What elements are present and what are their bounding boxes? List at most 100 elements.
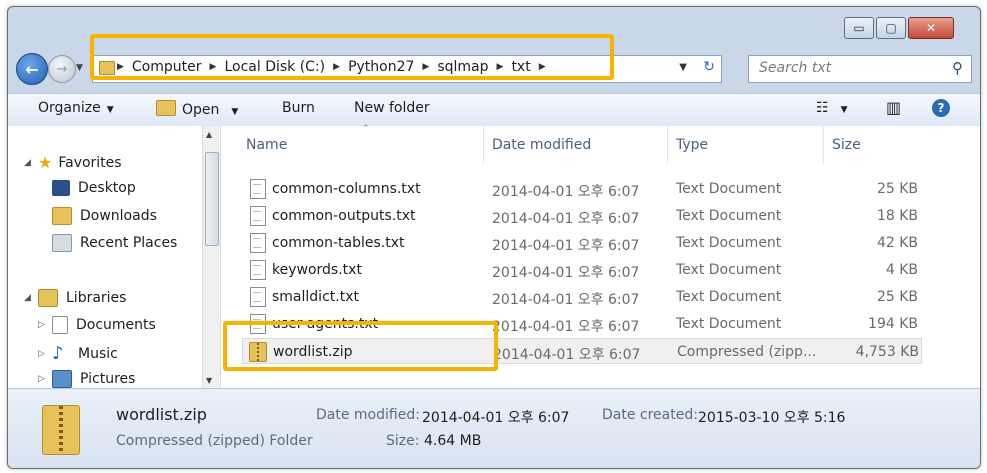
text-file-icon bbox=[250, 260, 266, 280]
file-highlight-box bbox=[223, 321, 498, 371]
preview-pane-button[interactable]: ▥ bbox=[886, 98, 901, 117]
file-size: 4 KB bbox=[885, 262, 918, 278]
libraries-icon bbox=[38, 289, 58, 307]
downloads-icon bbox=[52, 207, 72, 225]
file-type: Text Document bbox=[676, 262, 782, 278]
file-type: Text Document bbox=[676, 289, 782, 305]
collapsed-icon[interactable]: ▷ bbox=[38, 374, 46, 384]
details-size-label: Size: bbox=[386, 433, 420, 449]
file-row[interactable]: smalldict.txt 2014-04-01 오후 6:07 Text Do… bbox=[242, 284, 922, 310]
chevron-down-icon: ▼ bbox=[106, 105, 114, 115]
recent-places-icon bbox=[52, 234, 72, 252]
column-type[interactable]: Type bbox=[668, 126, 824, 164]
documents-icon bbox=[52, 316, 68, 334]
organize-button[interactable]: Organize ▼ bbox=[38, 100, 114, 116]
details-modified-value: 2014-04-01 오후 6:07 bbox=[422, 410, 570, 426]
column-size[interactable]: Size bbox=[824, 126, 924, 164]
file-type: Text Document bbox=[676, 316, 782, 332]
pictures-icon bbox=[52, 370, 72, 388]
text-file-icon bbox=[250, 233, 266, 253]
file-type: Text Document bbox=[676, 235, 782, 251]
file-name: keywords.txt bbox=[272, 262, 362, 278]
text-file-icon bbox=[250, 179, 266, 199]
change-view-button[interactable]: ☷ ▼ bbox=[816, 100, 847, 116]
expanded-icon[interactable]: ◢ bbox=[24, 293, 32, 303]
help-icon: ? bbox=[937, 101, 945, 115]
file-size: 194 KB bbox=[868, 316, 918, 332]
file-date: 2014-04-01 오후 6:07 bbox=[492, 184, 640, 200]
file-row[interactable]: common-outputs.txt 2014-04-01 오후 6:07 Te… bbox=[242, 203, 922, 229]
details-size-value: 4.64 MB bbox=[424, 433, 482, 449]
refresh-icon[interactable]: ↻ bbox=[703, 59, 715, 75]
chevron-down-icon: ▼ bbox=[840, 105, 848, 115]
file-size: 25 KB bbox=[876, 289, 918, 305]
back-button[interactable]: ← bbox=[16, 53, 48, 85]
file-size: 25 KB bbox=[876, 181, 918, 197]
nav-favorites[interactable]: ◢ ★ Favorites bbox=[24, 153, 122, 172]
burn-button[interactable]: Burn bbox=[282, 100, 315, 116]
search-icon[interactable]: ⚲ bbox=[952, 59, 963, 77]
nav-libraries[interactable]: ◢ Libraries bbox=[24, 289, 126, 307]
new-folder-button[interactable]: New folder bbox=[354, 100, 430, 116]
nav-desktop[interactable]: Desktop bbox=[52, 180, 136, 196]
text-file-icon bbox=[250, 206, 266, 226]
collapsed-icon[interactable]: ▷ bbox=[38, 320, 46, 330]
file-date: 2014-04-01 오후 6:07 bbox=[492, 319, 640, 335]
back-arrow-icon: ← bbox=[25, 59, 39, 79]
maximize-icon: ▢ bbox=[885, 21, 897, 35]
nav-recent-places[interactable]: Recent Places bbox=[52, 234, 177, 252]
address-dropdown-icon[interactable]: ▼ bbox=[679, 62, 687, 73]
file-size: 18 KB bbox=[876, 208, 918, 224]
open-folder-icon bbox=[156, 100, 176, 116]
address-highlight-box bbox=[90, 34, 614, 80]
column-date-modified[interactable]: Date modified bbox=[484, 126, 668, 164]
file-type: Compressed (zipp... bbox=[677, 344, 817, 360]
file-name: common-columns.txt bbox=[272, 181, 421, 197]
column-name[interactable]: Name bbox=[238, 126, 484, 164]
nav-scroll-thumb[interactable] bbox=[205, 152, 219, 246]
scroll-up-icon[interactable]: ▲ bbox=[206, 130, 212, 139]
navigation-pane: ◢ ★ Favorites Desktop Downloads Recent Pla… bbox=[8, 126, 221, 388]
file-name: common-tables.txt bbox=[272, 235, 405, 251]
star-icon: ★ bbox=[38, 153, 53, 172]
file-row[interactable]: keywords.txt 2014-04-01 오후 6:07 Text Doc… bbox=[242, 257, 922, 283]
details-pane: wordlist.zip Compressed (zipped) Folder … bbox=[8, 388, 980, 468]
nav-pictures[interactable]: ▷ Pictures bbox=[38, 370, 135, 388]
forward-button[interactable]: → bbox=[48, 55, 76, 83]
maximize-button[interactable]: ▢ bbox=[876, 17, 906, 39]
search-placeholder: Search txt bbox=[759, 60, 832, 76]
nav-scrollbar[interactable]: ▲ ▼ bbox=[202, 126, 220, 388]
file-type: Text Document bbox=[676, 181, 782, 197]
open-button[interactable]: Open ▼ bbox=[156, 100, 238, 118]
nav-favorites-label: Favorites bbox=[58, 154, 122, 171]
file-date: 2014-04-01 오후 6:07 bbox=[492, 265, 640, 281]
close-button[interactable]: ✕ bbox=[908, 17, 954, 39]
nav-documents[interactable]: ▷ Documents bbox=[38, 316, 156, 334]
view-list-icon: ☷ bbox=[816, 100, 829, 116]
nav-downloads-label: Downloads bbox=[80, 208, 157, 224]
search-box[interactable]: Search txt ⚲ bbox=[748, 55, 972, 83]
file-name: smalldict.txt bbox=[272, 289, 359, 305]
details-created-label: Date created: bbox=[602, 407, 698, 423]
nav-desktop-label: Desktop bbox=[78, 180, 136, 196]
nav-music[interactable]: ▷ ♪ Music bbox=[38, 343, 118, 364]
file-row[interactable]: common-tables.txt 2014-04-01 오후 6:07 Tex… bbox=[242, 230, 922, 256]
nav-pictures-label: Pictures bbox=[80, 371, 136, 387]
open-label: Open bbox=[182, 102, 220, 118]
collapsed-icon[interactable]: ▷ bbox=[38, 349, 46, 359]
expanded-icon[interactable]: ◢ bbox=[24, 158, 32, 168]
file-date: 2014-04-01 오후 6:07 bbox=[493, 347, 641, 363]
recent-pages-dropdown[interactable]: ▼ bbox=[76, 63, 83, 73]
file-date: 2014-04-01 오후 6:07 bbox=[492, 292, 640, 308]
scroll-down-icon[interactable]: ▼ bbox=[206, 376, 212, 385]
minimize-icon: ▭ bbox=[853, 21, 865, 35]
text-file-icon bbox=[250, 287, 266, 307]
nav-downloads[interactable]: Downloads bbox=[52, 207, 157, 225]
file-name: common-outputs.txt bbox=[272, 208, 416, 224]
help-button[interactable]: ? bbox=[932, 99, 950, 117]
minimize-button[interactable]: ▭ bbox=[844, 17, 874, 39]
command-bar: Organize ▼ Open ▼ Burn New folder ☷ ▼ ▥ ? bbox=[8, 93, 980, 127]
forward-arrow-icon: → bbox=[56, 61, 68, 77]
file-row[interactable]: common-columns.txt 2014-04-01 오후 6:07 Te… bbox=[242, 176, 922, 202]
music-icon: ♪ bbox=[52, 343, 64, 364]
